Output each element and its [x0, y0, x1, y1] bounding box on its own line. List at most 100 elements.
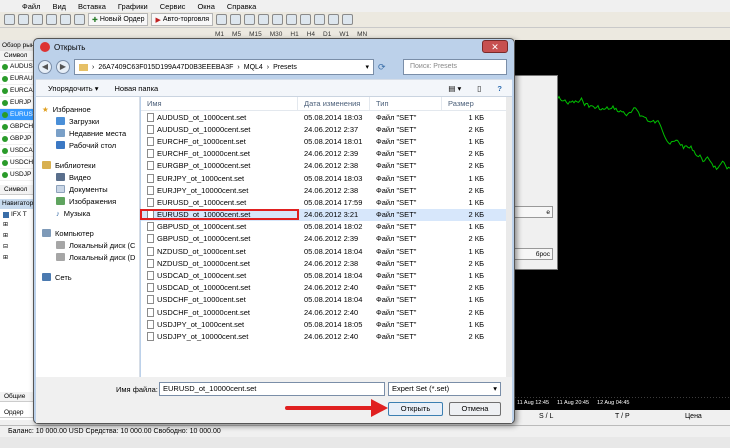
menu-item[interactable]: Справка: [227, 2, 256, 11]
back-button[interactable]: ◀: [38, 60, 52, 74]
file-row[interactable]: EURJPY_ot_1000cent.set 05.08.2014 18:03 Фа…: [141, 172, 512, 184]
date-column-header[interactable]: Дата изменения: [298, 97, 370, 110]
symbol-row[interactable]: EURCA: [0, 85, 37, 97]
file-row[interactable]: USDCAD_ot_1000cent.set 05.08.2014 18:04 Фа…: [141, 269, 512, 281]
file-row[interactable]: USDCHF_ot_10000cent.set 24.06.2012 2:40 Фа…: [141, 306, 512, 318]
timeframe-button[interactable]: M5: [232, 31, 241, 38]
nav-desktop[interactable]: Рабочий стол: [36, 139, 139, 151]
timeframe-button[interactable]: M15: [249, 31, 262, 38]
file-row[interactable]: NZDUSD_ot_1000cent.set 05.08.2014 18:04 Фа…: [141, 245, 512, 257]
timeframe-button[interactable]: M30: [270, 31, 283, 38]
nav-recent[interactable]: Недавние места: [36, 127, 139, 139]
nav-disk-d[interactable]: Локальный диск (D: [36, 251, 139, 263]
file-list-scrollbar[interactable]: [506, 97, 512, 377]
file-row[interactable]: EURCHF_ot_10000cent.set 24.06.2012 2:39 Фа…: [141, 148, 512, 160]
symbol-row[interactable]: USDCH: [0, 157, 37, 169]
symbol-row[interactable]: USDJP: [0, 169, 37, 181]
file-row[interactable]: USDJPY_ot_10000cent.set 24.06.2012 2:40 Фа…: [141, 330, 512, 342]
new-folder-button[interactable]: Новая папка: [114, 84, 158, 93]
menu-item[interactable]: Файл: [22, 2, 40, 11]
breadcrumb-item[interactable]: 26A7409C63F015D199A47D0B3EEEBA3F: [98, 64, 233, 71]
zoom-out-icon[interactable]: [272, 14, 284, 25]
file-row[interactable]: GBPUSD_ot_1000cent.set 05.08.2014 18:02 Фа…: [141, 221, 512, 233]
search-input[interactable]: Поиск: Presets: [403, 59, 507, 75]
file-row[interactable]: EURCHF_ot_1000cent.set 05.08.2014 18:01 Фа…: [141, 135, 512, 147]
market-watch-tab[interactable]: Символ: [0, 185, 37, 195]
timeframe-button[interactable]: H4: [307, 31, 315, 38]
templates-icon[interactable]: [342, 14, 354, 25]
new-chart-icon[interactable]: [4, 14, 15, 25]
preview-icon[interactable]: ▯: [477, 84, 481, 93]
file-row[interactable]: NZDUSD_ot_10000cent.set 24.06.2012 2:38 Фа…: [141, 257, 512, 269]
background-dialog-button[interactable]: е: [509, 206, 553, 218]
file-row[interactable]: EURUSD_ot_1000cent.set 05.08.2014 17:59 Фа…: [141, 196, 512, 208]
navigator-icon[interactable]: [46, 14, 57, 25]
timeframe-button[interactable]: D1: [323, 31, 331, 38]
close-button[interactable]: ✕: [482, 40, 508, 53]
background-dialog-reset-button[interactable]: брос: [509, 248, 553, 260]
menu-item[interactable]: Вставка: [78, 2, 106, 11]
nav-favorites[interactable]: ★ Избранное: [36, 103, 139, 115]
cancel-button[interactable]: Отмена: [449, 402, 501, 416]
name-column-header[interactable]: Имя: [141, 97, 298, 110]
file-row[interactable]: EURJPY_ot_10000cent.set 24.06.2012 2:38 Фа…: [141, 184, 512, 196]
nav-network[interactable]: Сеть: [36, 271, 139, 283]
navigator-item[interactable]: ⊞: [0, 253, 37, 264]
indicators-icon[interactable]: [314, 14, 326, 25]
symbol-row[interactable]: GBPJP: [0, 133, 37, 145]
menu-item[interactable]: Вид: [52, 2, 66, 11]
symbol-row[interactable]: EURJP: [0, 97, 37, 109]
symbol-row[interactable]: EURUS: [0, 109, 37, 121]
file-row[interactable]: USDCAD_ot_10000cent.set 24.06.2012 2:40 Фа…: [141, 282, 512, 294]
filename-input[interactable]: EURUSD_ot_10000cent.set: [159, 382, 385, 396]
dropdown-icon[interactable]: ▾: [365, 63, 373, 71]
autoscroll-icon[interactable]: [300, 14, 312, 25]
general-tab[interactable]: Общие: [0, 392, 37, 402]
periods-icon[interactable]: [328, 14, 340, 25]
symbol-row[interactable]: GBPCH: [0, 121, 37, 133]
profiles-icon[interactable]: [18, 14, 29, 25]
tester-icon[interactable]: [74, 14, 85, 25]
file-row[interactable]: USDJPY_ot_1000cent.set 05.08.2014 18:05 Фа…: [141, 318, 512, 330]
breadcrumb-item[interactable]: MQL4: [244, 64, 263, 71]
new-order-button[interactable]: ✚ Новый Ордер: [88, 13, 149, 26]
menu-item[interactable]: Сервис: [160, 2, 186, 11]
nav-libraries[interactable]: Библиотеки: [36, 159, 139, 171]
nav-disk-c[interactable]: Локальный диск (С: [36, 239, 139, 251]
file-row[interactable]: AUDUSD_ot_10000cent.set 24.06.2012 2:37 Фа…: [141, 123, 512, 135]
timeframe-button[interactable]: M1: [215, 31, 224, 38]
size-column-header[interactable]: Размер: [442, 97, 502, 110]
nav-documents[interactable]: Документы: [36, 183, 139, 195]
candles-icon[interactable]: [230, 14, 242, 25]
view-icon[interactable]: ▤ ▾: [448, 84, 461, 93]
type-column-header[interactable]: Тип: [370, 97, 442, 110]
file-row[interactable]: EURUSD_ot_10000cent.set 24.06.2012 3:21 Фа…: [140, 208, 512, 221]
autotrading-button[interactable]: ▶ Авто-торговля: [151, 13, 214, 26]
help-icon[interactable]: ?: [497, 84, 502, 93]
filetype-select[interactable]: Expert Set (*.set) ▾: [388, 382, 501, 396]
file-row[interactable]: EURGBP_ot_10000cent.set 24.06.2012 2:38 Фа…: [141, 160, 512, 172]
menu-item[interactable]: Графики: [118, 2, 148, 11]
refresh-icon[interactable]: ⟳: [378, 62, 386, 73]
terminal-icon[interactable]: [60, 14, 71, 25]
breadcrumb-item[interactable]: Presets: [273, 64, 297, 71]
market-watch-icon[interactable]: [32, 14, 43, 25]
nav-downloads[interactable]: Загрузки: [36, 115, 139, 127]
navigator-item[interactable]: ⊞: [0, 231, 37, 242]
symbol-row[interactable]: EURAU: [0, 73, 37, 85]
nav-images[interactable]: Изображения: [36, 195, 139, 207]
nav-computer[interactable]: Компьютер: [36, 227, 139, 239]
symbol-row[interactable]: AUDUS: [0, 61, 37, 73]
navigator-item[interactable]: ⊞: [0, 220, 37, 231]
dialog-titlebar[interactable]: Открыть: [34, 39, 514, 55]
nav-music[interactable]: ♪ Музыка: [36, 207, 139, 219]
menu-item[interactable]: Окна: [197, 2, 214, 11]
file-row[interactable]: GBPUSD_ot_10000cent.set 24.06.2012 2:39 Фа…: [141, 233, 512, 245]
navigator-item[interactable]: ⊟: [0, 242, 37, 253]
organize-button[interactable]: Упорядочить ▾: [48, 84, 98, 93]
nav-video[interactable]: Видео: [36, 171, 139, 183]
zoom-in-icon[interactable]: [258, 14, 270, 25]
timeframe-button[interactable]: MN: [357, 31, 367, 38]
file-row[interactable]: AUDUSD_ot_1000cent.set 05.08.2014 18:03 Фа…: [141, 111, 512, 123]
file-row[interactable]: USDCHF_ot_1000cent.set 05.08.2014 18:04 Фа…: [141, 294, 512, 306]
